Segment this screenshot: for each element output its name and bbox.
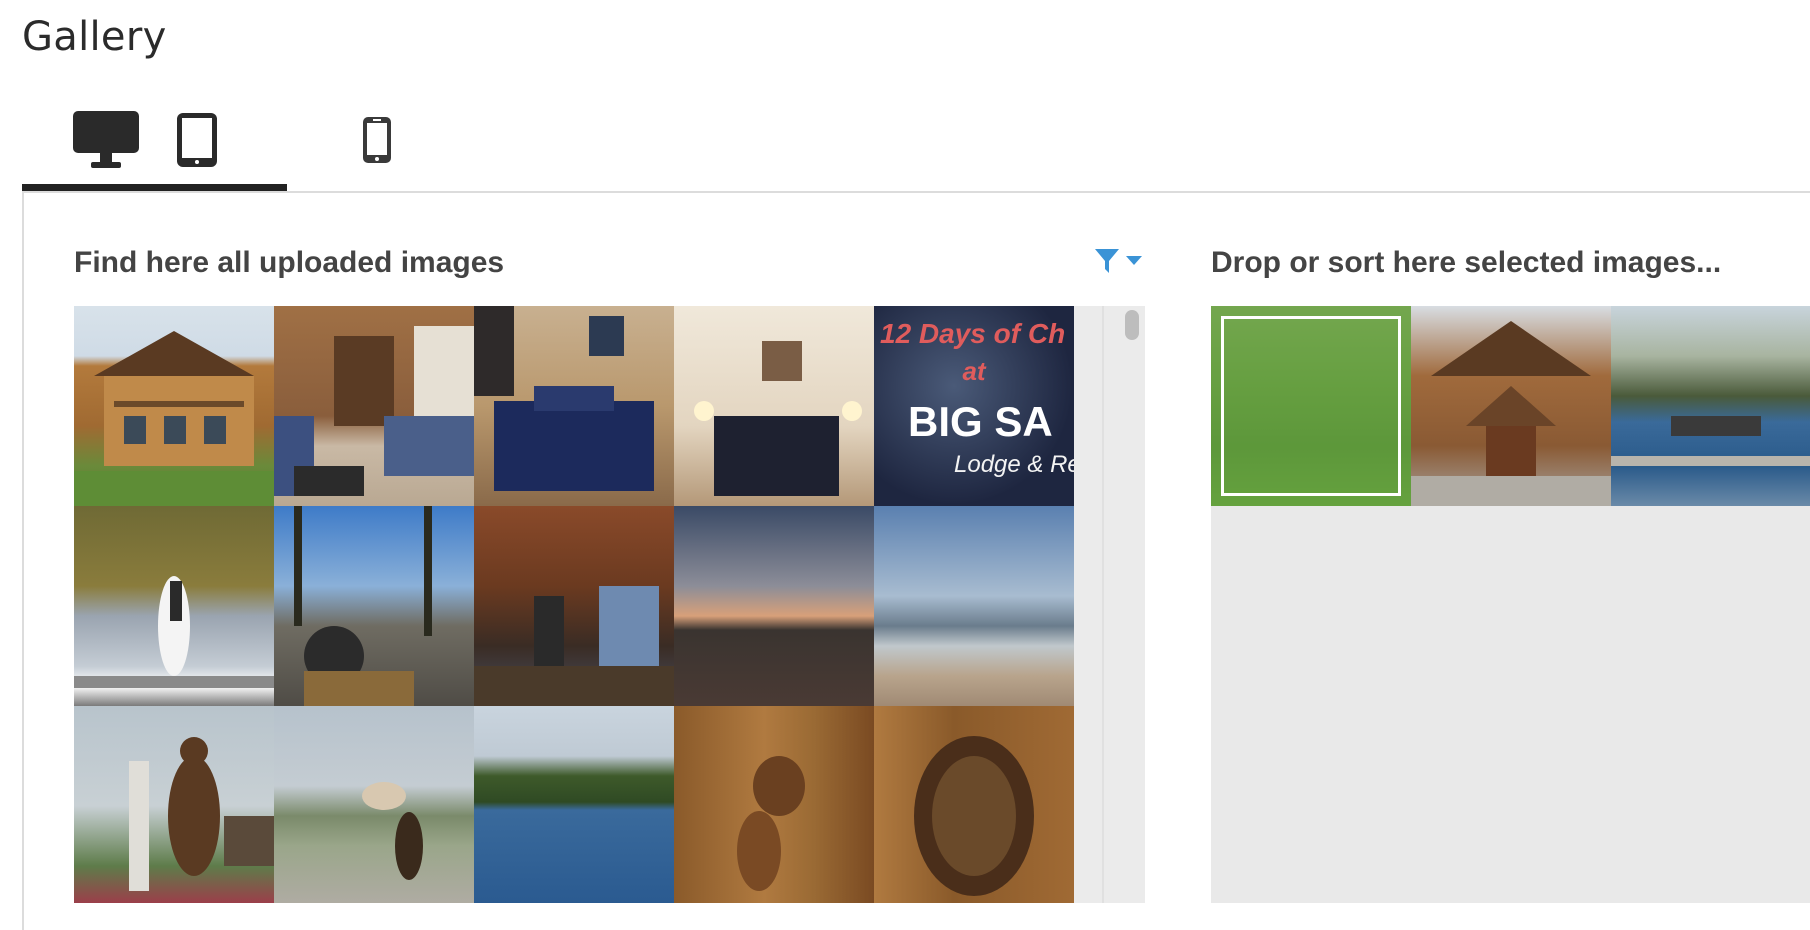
mobile-icon [363,117,391,163]
filter-icon [1095,249,1119,273]
image-thumbnail[interactable] [474,506,674,706]
image-thumbnail[interactable] [474,306,674,506]
image-thumbnail[interactable] [74,306,274,506]
promo-line-4: Lodge & Rese [954,451,1074,478]
selected-image-thumbnail[interactable] [1611,306,1810,506]
uploaded-images-heading: Find here all uploaded images [74,246,505,279]
tab-tablet[interactable] [172,90,222,190]
selected-image-thumbnail[interactable] [1411,306,1611,506]
image-thumbnail[interactable] [874,506,1074,706]
image-thumbnail[interactable] [674,506,874,706]
bedroom-lamps-photo [694,341,862,496]
promo-line-3: BIG SA [908,398,1053,445]
image-thumbnail[interactable] [274,706,474,903]
bear-cub-carving-photo [914,736,1034,896]
image-thumbnail[interactable] [274,306,474,506]
marina-photo [1611,416,1810,466]
promo-line-1: 12 Days of Ch [880,318,1066,349]
bar-photo [474,586,674,706]
filter-dropdown[interactable] [1094,247,1142,275]
image-thumbnail[interactable] [474,706,674,903]
desktop-icon [73,111,139,168]
grid-divider [1102,306,1104,903]
image-thumbnail[interactable] [74,706,274,903]
device-tabs [22,90,1810,194]
image-thumbnail[interactable] [74,506,274,706]
selected-images-dropzone[interactable] [1211,306,1810,903]
squirrel-carving-photo [737,756,805,891]
selection-frame [1221,316,1401,496]
wedding-photo [74,576,274,688]
chevron-down-icon [1126,256,1142,265]
tab-mobile[interactable] [352,90,402,190]
lodge-entrance-photo [1411,321,1611,506]
lodge-photo [74,331,274,506]
bear-sign-photo [362,782,423,880]
uploaded-images-grid: 12 Days of Ch at BIG SA Lodge & Rese [74,306,1074,903]
bedroom-photo [474,306,654,491]
bear-carving-photo [129,737,274,891]
promo-line-2: at [962,356,986,386]
motorcycle-photo [294,506,432,706]
selected-images-grid [1211,306,1810,506]
living-room-photo [274,326,474,496]
page-title: Gallery [22,14,167,60]
image-thumbnail[interactable] [874,706,1074,903]
uploaded-images-area[interactable]: 12 Days of Ch at BIG SA Lodge & Rese [74,306,1145,903]
image-thumbnail[interactable] [674,706,874,903]
tablet-icon [177,113,217,167]
scrollbar-thumb[interactable] [1125,310,1139,340]
image-thumbnail[interactable]: 12 Days of Ch at BIG SA Lodge & Rese [874,306,1074,506]
gallery-panel: Find here all uploaded images 12 Days of… [22,193,1810,930]
image-thumbnail[interactable] [274,506,474,706]
tab-desktop[interactable] [66,90,146,190]
selected-image-thumbnail[interactable] [1211,306,1411,506]
selected-images-heading: Drop or sort here selected images... [1211,246,1722,279]
image-thumbnail[interactable] [674,306,874,506]
